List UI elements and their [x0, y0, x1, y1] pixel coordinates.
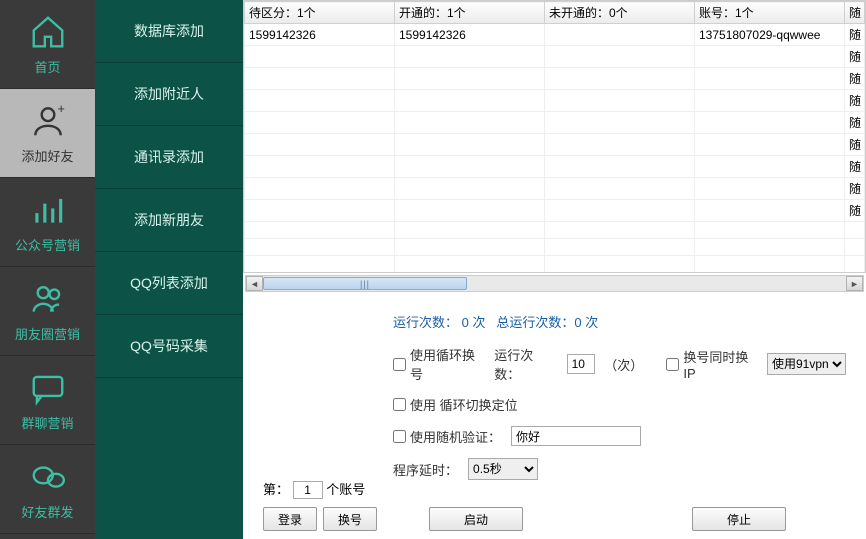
sidebar-main-broadcast[interactable]: 好友群发	[0, 445, 95, 534]
sidebar-label: 首页	[34, 57, 60, 76]
scroll-right-arrow[interactable]: ►	[846, 276, 863, 291]
stats-line: 运行次数： 0 次 总运行次数：0 次	[393, 312, 846, 331]
table-row[interactable]	[245, 239, 865, 256]
table-row[interactable]: 随	[245, 134, 865, 156]
login-button[interactable]: 登录	[263, 507, 317, 531]
scroll-left-arrow[interactable]: ◄	[246, 276, 263, 291]
bars-icon	[29, 191, 67, 229]
sidebar-main-groupchat[interactable]: 群聊营销	[0, 356, 95, 445]
loop-switch-checkbox-label[interactable]: 使用循环换号	[393, 345, 485, 383]
sidebar-main-public[interactable]: 公众号营销	[0, 178, 95, 267]
data-table: 待区分：1个 开通的：1个 未开通的：0个 账号：1个 随 1599142326…	[244, 1, 865, 273]
run-times-input[interactable]	[567, 354, 595, 374]
sidebar-main: 首页 + 添加好友 公众号营销 朋友圈营销 群聊营销 好友群发	[0, 0, 95, 539]
add-friend-icon: +	[29, 102, 67, 140]
table-row[interactable]: 1599142326 1599142326 13751807029-qqwwee…	[245, 24, 865, 46]
sub-qq-collect[interactable]: QQ号码采集	[95, 315, 243, 378]
delay-select[interactable]: 0.5秒	[468, 458, 538, 480]
start-button[interactable]: 启动	[429, 507, 523, 531]
run-times-label: 运行次数：	[494, 345, 557, 383]
loop-locate-checkbox-label[interactable]: 使用 循环切换定位	[393, 395, 518, 414]
bubbles-icon	[29, 458, 67, 496]
th-extra[interactable]: 随	[845, 2, 865, 24]
loop-switch-checkbox[interactable]	[393, 358, 406, 371]
chat-icon	[29, 369, 67, 407]
table-row[interactable]: 随	[245, 68, 865, 90]
horizontal-scrollbar[interactable]: ◄ ||| ►	[245, 275, 864, 292]
table-row[interactable]: 随	[245, 112, 865, 134]
svg-text:+: +	[57, 102, 64, 116]
scrollbar-track[interactable]: |||	[263, 276, 846, 291]
switch-ip-checkbox-label[interactable]: 换号同时换IP	[666, 347, 757, 381]
random-verify-input[interactable]	[511, 426, 641, 446]
table-row[interactable]	[245, 273, 865, 274]
account-index-line: 第： 个账号	[263, 479, 846, 499]
table-row[interactable]	[245, 256, 865, 273]
sidebar-main-home[interactable]: 首页	[0, 0, 95, 89]
sub-db-add[interactable]: 数据库添加	[95, 0, 243, 63]
sub-new-friend[interactable]: 添加新朋友	[95, 189, 243, 252]
table-row[interactable]: 随	[245, 90, 865, 112]
home-icon	[29, 13, 67, 51]
switch-button[interactable]: 换号	[323, 507, 377, 531]
sidebar-label: 群聊营销	[21, 413, 73, 432]
stop-button[interactable]: 停止	[692, 507, 786, 531]
sidebar-label: 公众号营销	[15, 235, 80, 254]
sidebar-sub: 数据库添加 添加附近人 通讯录添加 添加新朋友 QQ列表添加 QQ号码采集	[95, 0, 243, 539]
table-row[interactable]: 随	[245, 156, 865, 178]
vpn-select[interactable]: 使用91vpn	[767, 353, 846, 375]
main-area: 待区分：1个 开通的：1个 未开通的：0个 账号：1个 随 1599142326…	[243, 0, 866, 539]
table-row[interactable]: 随	[245, 200, 865, 222]
sub-qq-list[interactable]: QQ列表添加	[95, 252, 243, 315]
switch-ip-checkbox[interactable]	[666, 358, 679, 371]
random-verify-checkbox-label[interactable]: 使用随机验证：	[393, 427, 501, 446]
sidebar-main-add-friend[interactable]: + 添加好友	[0, 89, 95, 178]
account-index-input[interactable]	[293, 481, 323, 499]
table-row[interactable]	[245, 222, 865, 239]
run-times-unit: （次）	[604, 355, 643, 374]
sidebar-label: 添加好友	[21, 146, 73, 165]
people-icon	[29, 280, 67, 318]
sidebar-label: 好友群发	[21, 502, 73, 521]
scrollbar-thumb[interactable]: |||	[263, 277, 467, 290]
table-row[interactable]: 随	[245, 178, 865, 200]
random-verify-checkbox[interactable]	[393, 430, 406, 443]
loop-locate-checkbox[interactable]	[393, 398, 406, 411]
th-opened[interactable]: 开通的：1个	[395, 2, 545, 24]
th-pending[interactable]: 待区分：1个	[245, 2, 395, 24]
sub-nearby[interactable]: 添加附近人	[95, 63, 243, 126]
th-account[interactable]: 账号：1个	[695, 2, 845, 24]
scrollbar-grip-icon: |||	[360, 279, 370, 289]
data-table-container: 待区分：1个 开通的：1个 未开通的：0个 账号：1个 随 1599142326…	[243, 0, 866, 273]
table-row[interactable]: 随	[245, 46, 865, 68]
sub-contacts[interactable]: 通讯录添加	[95, 126, 243, 189]
controls-panel: 运行次数： 0 次 总运行次数：0 次 使用循环换号 运行次数： （次） 换号同…	[243, 294, 866, 539]
th-not-opened[interactable]: 未开通的：0个	[545, 2, 695, 24]
sidebar-label: 朋友圈营销	[15, 324, 80, 343]
sidebar-main-moments[interactable]: 朋友圈营销	[0, 267, 95, 356]
delay-label: 程序延时：	[393, 460, 458, 479]
